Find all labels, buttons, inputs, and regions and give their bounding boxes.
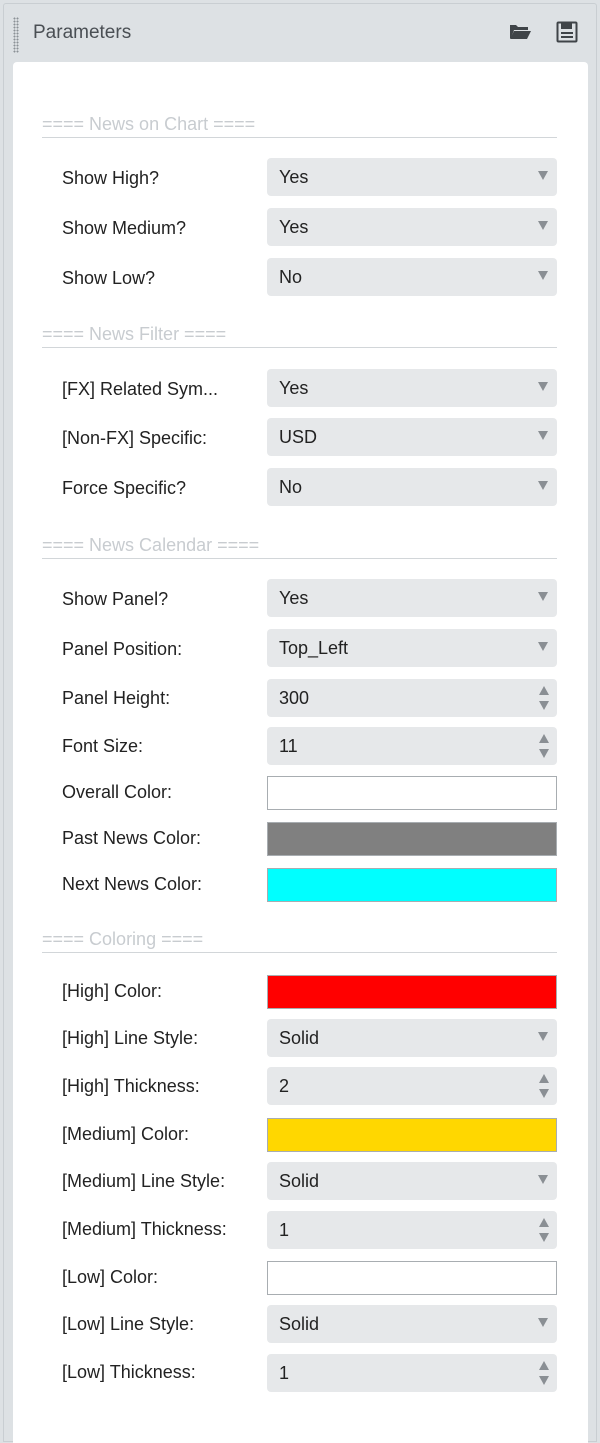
dropdown-arrow-icon [538, 271, 548, 280]
medium-color-swatch[interactable] [267, 1118, 557, 1152]
dropdown-arrow-icon [538, 1175, 548, 1184]
load-preset-button[interactable] [505, 18, 535, 46]
select-value: Solid [279, 1171, 320, 1191]
low-thickness-spinner[interactable]: 1 [267, 1354, 557, 1392]
overall-color-label: Overall Color: [62, 782, 173, 802]
show-medium-select[interactable]: Yes [267, 208, 557, 246]
select-value: Solid [279, 1028, 320, 1048]
medium-thickness-spinner[interactable]: 1 [267, 1211, 557, 1249]
dropdown-arrow-icon [538, 1032, 548, 1041]
fx-related-select[interactable]: Yes [267, 369, 557, 407]
next-news-color-label: Next News Color: [62, 874, 203, 894]
high-thickness-spinner[interactable]: 2 [267, 1067, 557, 1105]
show-panel-label: Show Panel? [62, 589, 169, 609]
dropdown-arrow-icon [538, 642, 548, 651]
select-value: Yes [279, 217, 309, 237]
medium-color-label: [Medium] Color: [62, 1124, 190, 1144]
spinner-arrows-icon[interactable] [538, 1072, 550, 1100]
dropdown-arrow-icon [538, 221, 548, 230]
next-news-color-swatch[interactable] [267, 868, 557, 902]
section-news-on-chart: ==== News on Chart ==== [42, 106, 557, 138]
low-color-swatch[interactable] [267, 1261, 557, 1295]
folder-open-icon [510, 25, 531, 39]
dropdown-arrow-icon [538, 592, 548, 601]
section-title: ==== Coloring ==== [42, 929, 204, 949]
spinner-value: 1 [279, 1363, 290, 1383]
section-coloring: ==== Coloring ==== [42, 921, 557, 953]
dropdown-arrow-icon [538, 171, 548, 180]
show-low-select[interactable]: No [267, 258, 557, 296]
section-title: ==== News on Chart ==== [42, 114, 256, 134]
spinner-arrows-icon[interactable] [538, 732, 550, 760]
select-value: Yes [279, 167, 309, 187]
save-preset-button[interactable] [552, 18, 582, 46]
select-value: No [279, 267, 303, 287]
spinner-value: 300 [279, 688, 310, 708]
spinner-value: 1 [279, 1220, 290, 1240]
show-high-label: Show High? [62, 168, 160, 188]
show-low-label: Show Low? [62, 268, 156, 288]
spinner-value: 2 [279, 1076, 290, 1096]
dropdown-arrow-icon [538, 1318, 548, 1327]
low-line-style-select[interactable]: Solid [267, 1305, 557, 1343]
section-news-calendar: ==== News Calendar ==== [42, 527, 557, 559]
spinner-value: 11 [279, 736, 298, 756]
low-thickness-label: [Low] Thickness: [62, 1362, 196, 1382]
low-line-style-label: [Low] Line Style: [62, 1314, 195, 1334]
nonfx-specific-label: [Non-FX] Specific: [62, 428, 208, 448]
spinner-arrows-icon[interactable] [538, 1216, 550, 1244]
select-value: Yes [279, 378, 309, 398]
medium-thickness-label: [Medium] Thickness: [62, 1219, 227, 1239]
past-news-color-swatch[interactable] [267, 822, 557, 856]
select-value: USD [279, 427, 318, 447]
show-medium-label: Show Medium? [62, 218, 187, 238]
select-value: No [279, 477, 303, 497]
past-news-color-label: Past News Color: [62, 828, 202, 848]
panel-height-spinner[interactable]: 300 [267, 679, 557, 717]
spinner-arrows-icon[interactable] [538, 684, 550, 712]
force-specific-select[interactable]: No [267, 468, 557, 506]
nonfx-specific-select[interactable]: USD [267, 418, 557, 456]
medium-line-style-select[interactable]: Solid [267, 1162, 557, 1200]
panel-position-label: Panel Position: [62, 639, 183, 659]
medium-line-style-label: [Medium] Line Style: [62, 1171, 226, 1191]
font-size-spinner[interactable]: 11 [267, 727, 557, 765]
select-value: Yes [279, 588, 309, 608]
high-thickness-label: [High] Thickness: [62, 1076, 200, 1096]
section-title: ==== News Filter ==== [42, 324, 227, 344]
font-size-label: Font Size: [62, 736, 144, 756]
section-title: ==== News Calendar ==== [42, 535, 260, 555]
high-line-style-label: [High] Line Style: [62, 1028, 199, 1048]
panel-height-label: Panel Height: [62, 688, 171, 708]
select-value: Solid [279, 1314, 320, 1334]
select-value: Top_Left [279, 638, 349, 658]
high-line-style-select[interactable]: Solid [267, 1019, 557, 1057]
spinner-arrows-icon[interactable] [538, 1359, 550, 1387]
force-specific-label: Force Specific? [62, 478, 187, 498]
high-color-label: [High] Color: [62, 981, 163, 1001]
dropdown-arrow-icon [538, 481, 548, 490]
dropdown-arrow-icon [538, 431, 548, 440]
show-high-select[interactable]: Yes [267, 158, 557, 196]
overall-color-swatch[interactable] [267, 776, 557, 810]
dropdown-arrow-icon [538, 382, 548, 391]
panel-header: Parameters [4, 4, 596, 62]
drag-handle-grip[interactable] [13, 17, 19, 53]
panel-position-select[interactable]: Top_Left [267, 629, 557, 667]
parameters-panel: Parameters ==== News on Chart ==== Show … [3, 3, 597, 1443]
high-color-swatch[interactable] [267, 975, 557, 1009]
fx-related-label: [FX] Related Sym... [62, 379, 219, 399]
parameters-list: ==== News on Chart ==== Show High? Yes S… [13, 62, 588, 1443]
section-news-filter: ==== News Filter ==== [42, 316, 557, 348]
show-panel-select[interactable]: Yes [267, 579, 557, 617]
panel-title: Parameters [33, 22, 132, 43]
floppy-disk-icon [556, 21, 578, 43]
low-color-label: [Low] Color: [62, 1267, 159, 1287]
